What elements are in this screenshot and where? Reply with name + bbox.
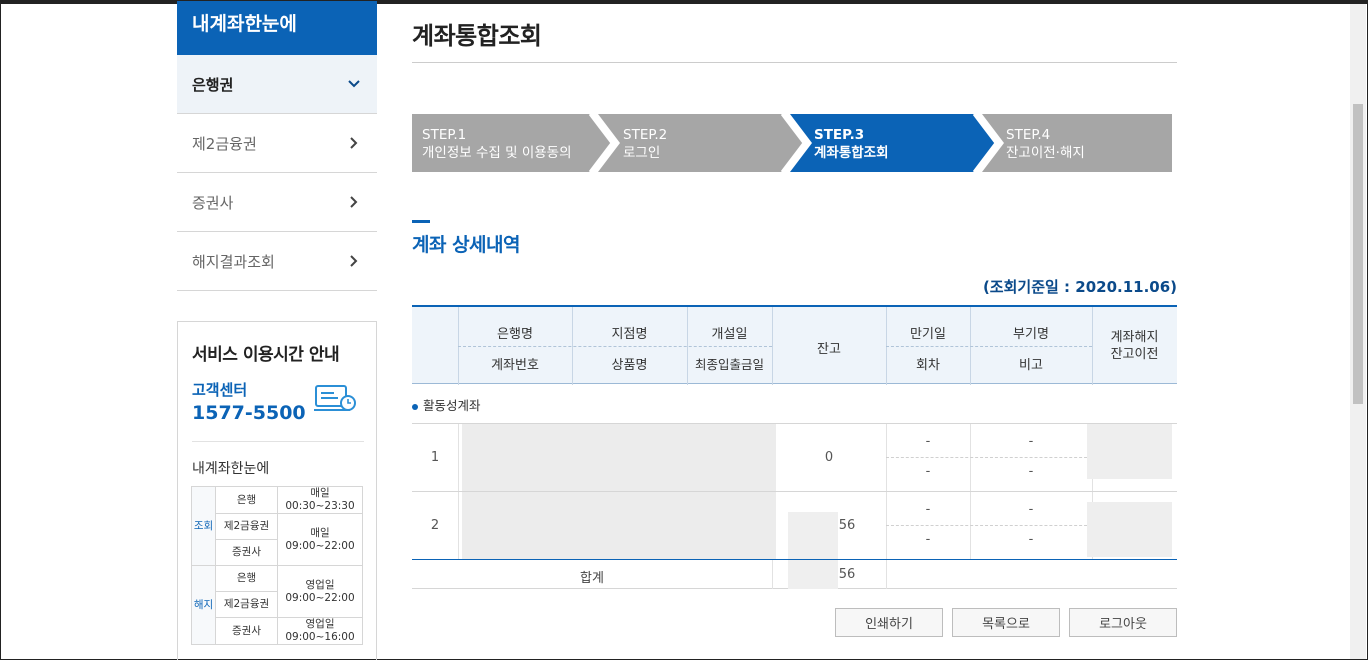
account-table-header: 은행명 계좌번호 지점명 상품명 개설일 최종입출금일 잔고 만기일 회차 부기…: [412, 305, 1177, 385]
header-balance: 잔고: [817, 342, 841, 357]
sum-label: 합계: [580, 571, 604, 586]
redacted-balance: [788, 512, 838, 559]
redacted-action[interactable]: [1087, 502, 1172, 557]
vertical-scrollbar[interactable]: [1350, 4, 1366, 659]
divider: [192, 441, 364, 442]
list-button[interactable]: 목록으로: [952, 608, 1060, 637]
header-product: 상품명: [611, 358, 648, 373]
redacted-action[interactable]: [1087, 424, 1172, 479]
header-last-transaction: 최종입출금일: [694, 357, 764, 372]
redacted-account-info: [462, 492, 776, 559]
page-title: 계좌통합조회: [412, 1, 1177, 63]
time-cell: 매일 00:30~23:30: [277, 486, 363, 514]
section-title: 계좌 상세내역: [412, 234, 521, 256]
table-row[interactable]: 2 56 - - - -: [412, 491, 1177, 559]
table-row[interactable]: 1 0 - - - -: [412, 423, 1177, 491]
balance-value: 56: [838, 518, 856, 533]
group-label: 조회: [191, 486, 216, 566]
sidebar-item-label: 은행권: [192, 75, 234, 94]
table-header: 은행명 계좌번호 지점명 상품명 개설일 최종입출금일 잔고 만기일 회차 부기…: [412, 305, 1177, 385]
section-accent-bar: [412, 220, 430, 223]
logout-button[interactable]: 로그아웃: [1069, 608, 1177, 637]
service-hours-box: 서비스 이용시간 안내 고객센터 1577-5500 내계좌한눈에 조회 은행 …: [177, 321, 377, 660]
active-accounts-label: 활동성계좌: [412, 395, 481, 414]
service-subtitle: 내계좌한눈에: [192, 461, 270, 477]
time-cell: 영업일 09:00~22:00: [277, 565, 363, 618]
call-center-icon: [314, 385, 356, 411]
bullet-icon: [412, 403, 418, 410]
note-value: -: [1028, 532, 1034, 547]
round-value: -: [925, 532, 931, 547]
header-bank: 은행명: [497, 327, 533, 342]
redacted-sum: [788, 560, 838, 589]
service-hours-table: 조회 은행 매일 00:30~23:30 제2금융권 매일 09:00~22:0…: [191, 486, 363, 645]
step-3-current: STEP.3 계좌통합조회: [814, 127, 889, 161]
header-open-date: 개설일: [711, 327, 748, 342]
sidebar-item-2nd-finance[interactable]: 제2금융권: [177, 114, 377, 173]
sidebar-item-label: 제2금융권: [192, 134, 257, 153]
note-value: -: [1028, 464, 1034, 479]
main-content: 계좌통합조회 STEP.1 개인정보 수집 및 이용동의 STEP.2 로그인 …: [412, 1, 1177, 637]
maturity-value: -: [925, 502, 931, 517]
kind-label: 제2금융권: [215, 513, 278, 540]
kind-label: 제2금융권: [215, 591, 278, 618]
chevron-right-icon: [350, 137, 358, 149]
header-maturity: 만기일: [910, 327, 946, 342]
sidebar-item-bank[interactable]: 은행권: [177, 55, 377, 114]
sidebar: 내계좌한눈에 은행권 제2금융권 증권사 해지결과조회: [177, 1, 377, 291]
chevron-down-icon: [348, 80, 360, 88]
sidebar-item-label: 해지결과조회: [192, 252, 275, 271]
kind-label: 증권사: [215, 617, 278, 645]
step-indicator: STEP.1 개인정보 수집 및 이용동의 STEP.2 로그인 STEP.3 …: [412, 114, 1172, 172]
maturity-value: -: [925, 434, 931, 449]
header-branch: 지점명: [611, 327, 648, 342]
row-number: 1: [430, 450, 440, 465]
header-account-number: 계좌번호: [491, 358, 539, 373]
time-cell: 매일 09:00~22:00: [277, 513, 363, 566]
sum-value: 56: [838, 567, 856, 582]
chevron-right-icon: [350, 196, 358, 208]
sub-name-value: -: [1028, 502, 1034, 517]
sidebar-header: 내계좌한눈에: [177, 1, 377, 55]
header-round: 회차: [916, 358, 940, 373]
scrollbar-thumb[interactable]: [1353, 104, 1363, 404]
action-buttons: 인쇄하기 목록으로 로그아웃: [835, 608, 1177, 637]
chevron-right-icon: [350, 255, 358, 267]
sum-row: 합계 56: [412, 559, 1177, 589]
step-4: STEP.4 잔고이전·해지: [1006, 127, 1085, 161]
time-cell: 영업일 09:00~16:00: [277, 617, 363, 645]
balance-value: 0: [824, 450, 834, 465]
sidebar-item-termination-result[interactable]: 해지결과조회: [177, 232, 377, 291]
header-sub-name: 부기명: [1013, 327, 1049, 342]
step-2: STEP.2 로그인: [623, 127, 668, 161]
kind-label: 증권사: [215, 539, 278, 566]
customer-center: 고객센터 1577-5500: [192, 379, 364, 429]
step-1: STEP.1 개인정보 수집 및 이용동의: [422, 127, 572, 161]
round-value: -: [925, 464, 931, 479]
kind-label: 은행: [215, 565, 278, 592]
header-close-transfer: 계좌해지 잔고이전: [1110, 330, 1159, 362]
row-number: 2: [430, 518, 440, 533]
group-label: 해지: [191, 565, 216, 645]
sidebar-item-securities[interactable]: 증권사: [177, 173, 377, 232]
kind-label: 은행: [215, 486, 278, 514]
sidebar-item-label: 증권사: [192, 193, 234, 212]
redacted-account-info: [462, 424, 776, 491]
sub-name-value: -: [1028, 434, 1034, 449]
print-button[interactable]: 인쇄하기: [835, 608, 943, 637]
header-note: 비고: [1019, 358, 1043, 373]
reference-date: (조회기준일 : 2020.11.06): [982, 278, 1177, 296]
service-title: 서비스 이용시간 안내: [192, 345, 340, 365]
account-table-body: 1 0 - - - - 2 56 - - - - 합계 56: [412, 423, 1177, 589]
